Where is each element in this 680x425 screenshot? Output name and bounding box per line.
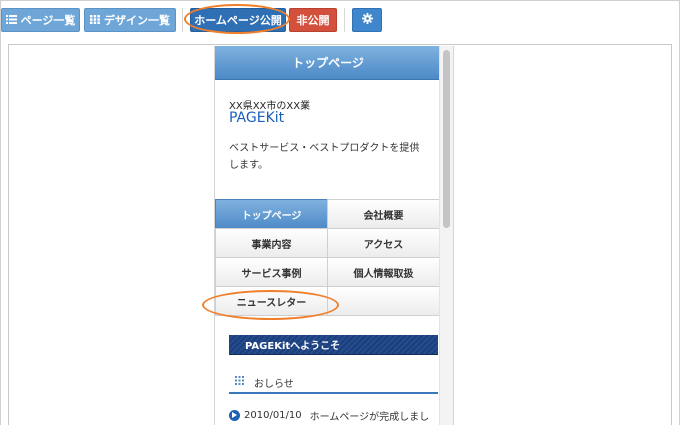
menu-item-top-page[interactable]: トップページ	[215, 199, 328, 229]
frame-left-border	[0, 0, 1, 425]
preview-header: トップページ	[215, 46, 441, 80]
menu-item-access[interactable]: アクセス	[327, 228, 440, 258]
page-list-button[interactable]: ページ一覧	[1, 8, 80, 32]
preview-header-title: トップページ	[292, 56, 364, 70]
menu-item-label: 会社概要	[363, 210, 404, 222]
grid-icon	[235, 376, 244, 388]
design-list-button[interactable]: デザイン一覧	[84, 8, 176, 32]
play-icon	[229, 409, 240, 421]
news-text: ホームページが完成しまし	[309, 411, 430, 423]
publish-button[interactable]: ホームページ公開	[190, 8, 286, 32]
unpublish-button[interactable]: 非公開	[289, 8, 337, 32]
news-item[interactable]: 2010/01/10 ホームページが完成しまし	[229, 408, 453, 423]
page-list-label: ページ一覧	[20, 14, 76, 27]
news-heading: おしらせ	[229, 372, 438, 394]
preview-scrollbar[interactable]	[439, 46, 453, 425]
design-list-label: デザイン一覧	[104, 14, 170, 27]
welcome-banner: PAGEKitへようこそ	[229, 335, 438, 355]
menu-item-label: 個人情報取扱	[353, 268, 414, 280]
toolbar-divider	[182, 8, 183, 32]
menu-item-service-cases[interactable]: サービス事例	[215, 257, 328, 287]
menu-item-label: 事業内容	[251, 239, 292, 251]
grid-icon	[90, 14, 100, 27]
menu-item-label: トップページ	[241, 210, 302, 222]
site-description: ベストサービス・ベストプロダクトを提供します。	[229, 143, 420, 171]
gear-icon	[361, 13, 373, 27]
menu-item-business[interactable]: 事業内容	[215, 228, 328, 258]
mobile-preview: トップページ XX県XX市のXX業 PAGEKit ベストサービス・ベストプロダ…	[214, 46, 454, 425]
welcome-banner-text: PAGEKitへようこそ	[245, 341, 341, 352]
list-icon	[5, 14, 17, 27]
settings-button[interactable]	[352, 8, 382, 32]
menu-item-privacy[interactable]: 個人情報取扱	[327, 257, 440, 287]
news-date: 2010/01/10	[244, 409, 302, 421]
news-heading-text: おしらせ	[254, 378, 294, 390]
unpublish-label: 非公開	[296, 14, 330, 27]
menu-item-empty	[327, 286, 440, 316]
site-logo[interactable]: PAGEKit	[229, 110, 284, 126]
menu-item-newsletter[interactable]: ニュースレター	[215, 286, 328, 316]
publish-label: ホームページ公開	[194, 14, 282, 27]
toolbar: ページ一覧 デザイン一覧 ホームページ公開 非公開	[0, 0, 680, 40]
menu-item-label: ニュースレター	[236, 297, 307, 309]
menu-item-company[interactable]: 会社概要	[327, 199, 440, 229]
menu-item-label: アクセス	[363, 239, 404, 251]
scrollbar-thumb[interactable]	[443, 50, 450, 228]
toolbar-divider-2	[344, 8, 345, 32]
menu-item-label: サービス事例	[241, 268, 302, 280]
